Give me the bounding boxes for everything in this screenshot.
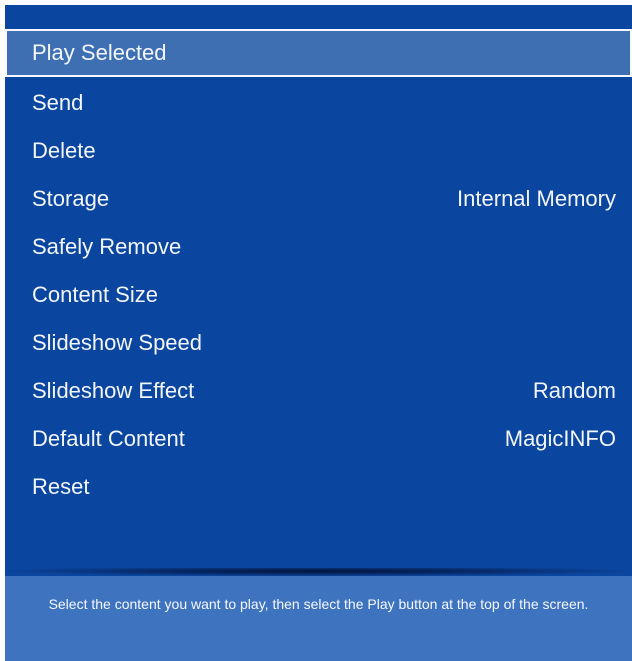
options-panel: Play Selected Send Delete Storage Intern…: [5, 5, 632, 661]
menu-item-label: Safely Remove: [32, 234, 182, 259]
menu-item-label: Delete: [32, 138, 96, 163]
footer-divider: [5, 568, 632, 576]
menu-item-reset[interactable]: Reset: [5, 463, 632, 511]
menu-item-default-content[interactable]: Default Content MagicINFO: [5, 415, 632, 463]
menu-item-delete[interactable]: Delete: [5, 127, 632, 175]
menu-item-label: Play Selected: [32, 40, 167, 65]
menu-item-value: Random: [532, 378, 616, 403]
menu-item-slideshow-speed[interactable]: Slideshow Speed: [5, 319, 632, 367]
menu-item-play-selected[interactable]: Play Selected: [5, 29, 632, 77]
menu-item-label: Content Size: [32, 282, 158, 307]
menu-item-value: MagicINFO: [504, 426, 616, 451]
help-text: Select the content you want to play, the…: [48, 596, 589, 612]
menu-item-content-size[interactable]: Content Size: [5, 271, 632, 319]
help-footer: Select the content you want to play, the…: [5, 576, 632, 661]
menu-item-slideshow-effect[interactable]: Slideshow Effect Random: [5, 367, 632, 415]
menu-item-label: Slideshow Speed: [32, 330, 203, 355]
options-menu: Play Selected Send Delete Storage Intern…: [5, 5, 632, 568]
menu-item-storage[interactable]: Storage Internal Memory: [5, 175, 632, 223]
menu-item-send[interactable]: Send: [5, 79, 632, 127]
menu-item-safely-remove[interactable]: Safely Remove: [5, 223, 632, 271]
menu-item-label: Storage: [32, 186, 110, 211]
menu-item-label: Reset: [32, 474, 90, 499]
menu-item-value: Internal Memory: [457, 186, 616, 211]
menu-item-label: Send: [32, 90, 84, 115]
menu-item-label: Default Content: [32, 426, 185, 451]
menu-item-label: Slideshow Effect: [32, 378, 195, 403]
